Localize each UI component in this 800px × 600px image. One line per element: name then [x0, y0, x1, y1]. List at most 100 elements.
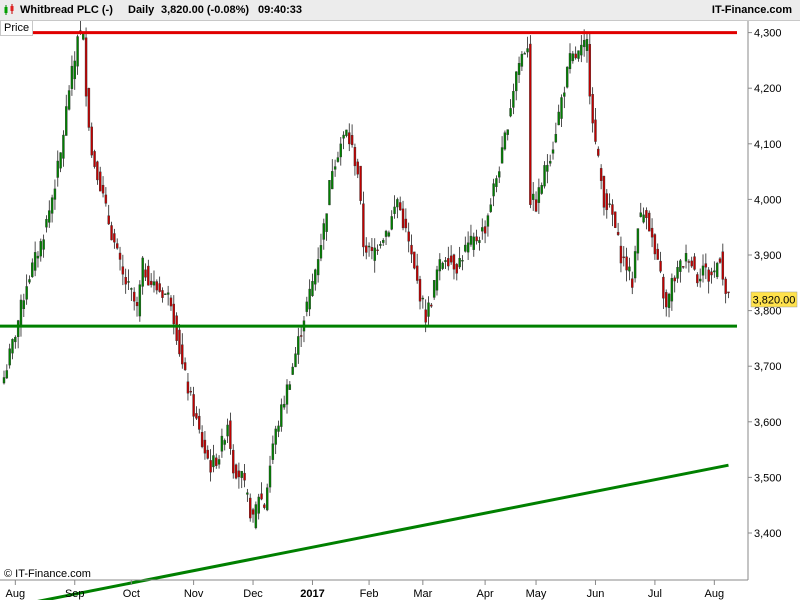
candle-body	[410, 244, 413, 255]
candle-body	[96, 161, 99, 181]
candle-body	[543, 165, 546, 187]
candle-body	[331, 171, 334, 190]
candle-body	[365, 245, 368, 253]
candle-body	[687, 261, 691, 263]
candle-body	[342, 134, 345, 139]
candle-body	[243, 472, 246, 481]
x-tick-label: Jun	[587, 588, 605, 600]
x-tick-label: Sep	[65, 588, 85, 600]
candle-body	[537, 187, 541, 203]
y-tick-label: 4,100	[754, 139, 782, 151]
candle-body	[648, 212, 651, 232]
period-label[interactable]: Daily	[128, 4, 154, 16]
last-price-label: 3,820.00	[753, 294, 796, 306]
candle-body	[582, 39, 586, 48]
candle-body	[101, 184, 105, 194]
y-tick-label: 4,000	[754, 194, 782, 206]
candle-body	[464, 244, 467, 252]
candle-body	[367, 245, 371, 248]
candle-body	[130, 288, 133, 290]
candle-body	[271, 443, 275, 460]
x-tick-label: 2017	[300, 588, 324, 600]
candle-body	[99, 171, 102, 192]
candle-body	[625, 256, 628, 271]
candle-body	[407, 231, 410, 242]
candle-body	[622, 256, 625, 259]
candle-body	[498, 171, 501, 178]
candle-body	[246, 492, 249, 495]
y-tick-label: 4,200	[754, 83, 782, 95]
chart-header: Whitbread PLC (-) Daily 3,820.00 (-0.08%…	[0, 0, 800, 21]
candle-body	[718, 258, 722, 263]
candle-body	[399, 202, 402, 211]
candle-body	[39, 241, 42, 257]
candle-body	[172, 303, 176, 325]
candle-body	[350, 135, 354, 146]
candle-body	[121, 266, 125, 275]
candle-body	[653, 234, 657, 255]
instrument-name: Whitbread PLC (-)	[20, 4, 113, 16]
candle-body	[183, 362, 187, 371]
candle-body	[452, 254, 456, 270]
y-tick-label: 3,800	[754, 306, 782, 318]
candle-body	[481, 227, 484, 232]
candle-body	[384, 230, 388, 237]
price-chart[interactable]: 3,400 3,500 3,600 3,700 3,800 3,900 4,000 4,100…	[0, 0, 800, 600]
y-tick-label: 3,900	[754, 250, 782, 262]
candle-body	[84, 37, 88, 97]
candle-body	[424, 309, 427, 323]
candle-body	[532, 193, 535, 200]
candle-body	[127, 281, 130, 283]
candle-body	[715, 262, 719, 278]
candle-body	[662, 276, 665, 299]
candle-body	[53, 188, 57, 200]
candle-body	[274, 428, 277, 445]
candle-body	[548, 161, 552, 164]
candle-body	[70, 65, 74, 89]
candle-body	[404, 218, 408, 229]
candle-body	[42, 239, 45, 250]
candle-body	[166, 292, 170, 295]
candle-body	[684, 253, 688, 262]
candle-body	[526, 48, 529, 53]
candle-body	[597, 148, 600, 156]
candle-body	[277, 425, 280, 432]
candle-body	[540, 185, 543, 194]
candle-body	[478, 240, 481, 243]
candle-body	[65, 106, 68, 136]
candle-body	[574, 53, 577, 59]
candle-body	[56, 160, 59, 178]
candle-body	[314, 269, 317, 285]
candle-body	[721, 251, 725, 280]
candle-body	[209, 460, 212, 473]
candle-body	[62, 134, 65, 159]
candle-body	[631, 278, 634, 288]
candle-body	[110, 225, 113, 241]
candle-body	[667, 293, 671, 308]
candle-body	[447, 258, 450, 267]
candle-body	[441, 262, 444, 269]
time-axis: Aug Sep Oct Nov Dec 2017 Feb Mar Apr May Jun Jul Aug	[0, 579, 748, 600]
candle-body	[401, 208, 405, 229]
candle-body	[291, 366, 294, 375]
candle-body	[475, 236, 478, 242]
candle-body	[28, 279, 31, 283]
candle-body	[554, 133, 558, 143]
candle-body	[520, 53, 524, 67]
candle-body	[178, 329, 181, 355]
candle-body	[198, 415, 201, 430]
candle-body	[345, 129, 348, 136]
candle-body	[483, 226, 487, 234]
candle-body	[31, 262, 34, 278]
candle-body	[50, 197, 54, 214]
candle-body	[492, 183, 495, 197]
candle-body	[727, 291, 730, 294]
candle-body	[495, 178, 498, 187]
candle-body	[614, 211, 617, 228]
candle-body	[633, 251, 637, 279]
candle-body	[611, 204, 614, 215]
candle-body	[229, 420, 232, 449]
plot-area	[0, 21, 748, 579]
candle-body	[299, 335, 303, 337]
price-panel-tab[interactable]: Price	[0, 20, 34, 36]
